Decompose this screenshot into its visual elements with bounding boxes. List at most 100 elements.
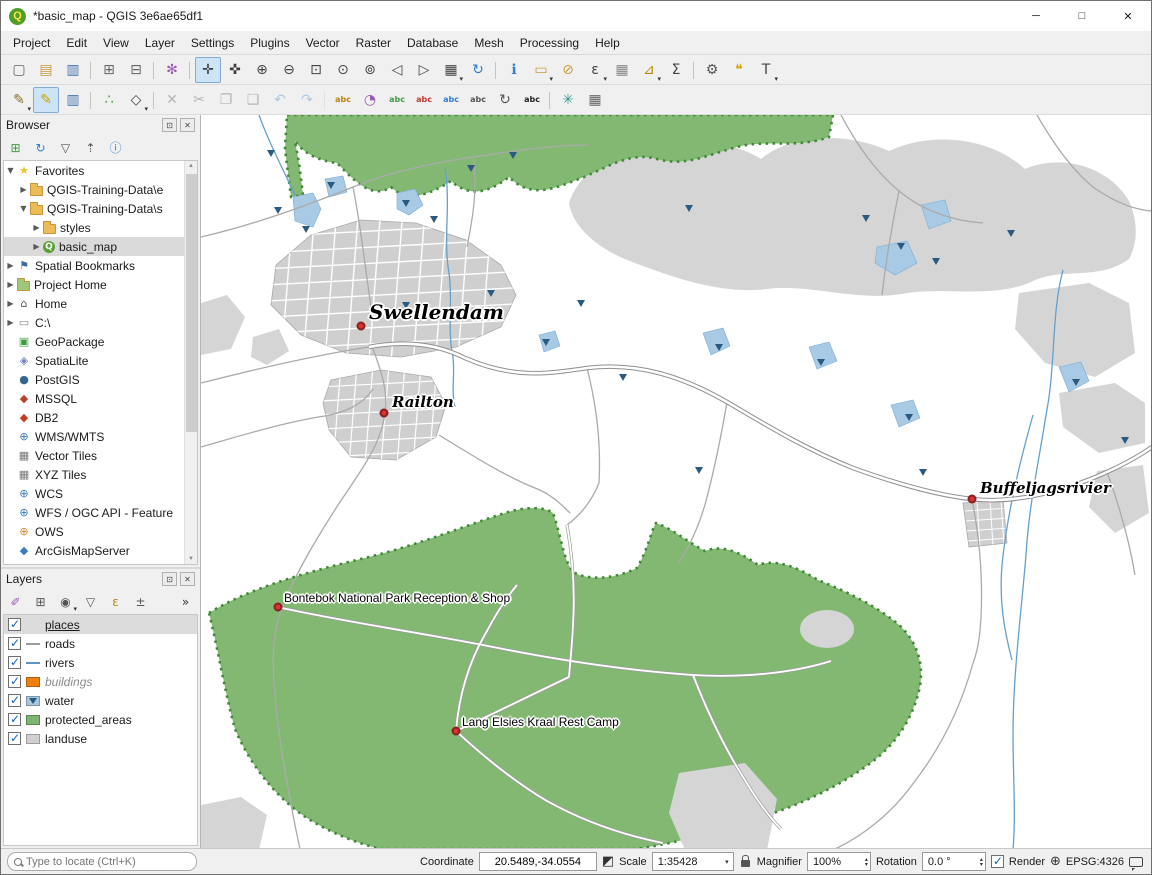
grid-button[interactable]: ▦ [582, 87, 608, 113]
menu-vector[interactable]: Vector [298, 33, 348, 53]
menu-raster[interactable]: Raster [348, 33, 399, 53]
layers-overflow-button[interactable]: » [174, 591, 197, 612]
expander-icon[interactable] [30, 223, 43, 232]
measure-button[interactable]: ⊿ [636, 57, 662, 83]
close-button[interactable]: ✕ [1105, 1, 1151, 31]
layer-row-rivers[interactable]: rivers [4, 653, 197, 672]
expander-icon[interactable] [4, 261, 17, 270]
expander-icon[interactable] [30, 242, 43, 251]
browser-item-project-home[interactable]: Project Home [4, 275, 197, 294]
copy-features-button[interactable]: ❐ [213, 87, 239, 113]
select-features-button[interactable]: ▭ [528, 57, 554, 83]
filter-browser-button[interactable]: ▽ [54, 137, 77, 158]
browser-item-training-data-s[interactable]: QGIS-Training-Data\s [4, 199, 197, 218]
add-group-button[interactable]: ⊞ [29, 591, 52, 612]
layer-labeling-options-button[interactable]: abc [330, 87, 356, 113]
layer-visibility-checkbox[interactable] [8, 675, 21, 688]
layers-close-button[interactable]: ✕ [180, 572, 195, 586]
zoom-out-button[interactable]: ⊖ [276, 57, 302, 83]
filter-legend-button[interactable]: ▽ [79, 591, 102, 612]
browser-item-vector-tiles[interactable]: ▦ Vector Tiles [4, 446, 197, 465]
style-manager-button[interactable]: ✻ [159, 57, 185, 83]
browser-item-wfs[interactable]: ⊕ WFS / OGC API - Feature [4, 503, 197, 522]
refresh-browser-button[interactable]: ↻ [29, 137, 52, 158]
locate-input[interactable] [26, 856, 192, 868]
undo-button[interactable]: ↶ [267, 87, 293, 113]
browser-item-wms-wmts[interactable]: ⊕ WMS/WMTS [4, 427, 197, 446]
browser-scrollbar-thumb[interactable] [186, 174, 197, 432]
browser-close-button[interactable]: ✕ [180, 118, 195, 132]
open-layer-styling-button[interactable]: ✐ [4, 591, 27, 612]
deselect-features-button[interactable]: ⊘ [555, 57, 581, 83]
highlight-pinned-labels-button[interactable]: abc [384, 87, 410, 113]
processing-toolbox-button[interactable]: ⚙ [699, 57, 725, 83]
magnifier-spinbox[interactable]: 100% [807, 852, 871, 871]
layer-diagram-options-button[interactable]: ◔ [357, 87, 383, 113]
zoom-to-selection-button[interactable]: ⊙ [330, 57, 356, 83]
spin-down-icon[interactable] [980, 862, 983, 867]
zoom-full-button[interactable]: ⊡ [303, 57, 329, 83]
lock-icon[interactable] [741, 860, 750, 867]
render-checkbox[interactable] [991, 855, 1004, 868]
browser-item-geopackage[interactable]: ▣ GeoPackage [4, 332, 197, 351]
maximize-button[interactable]: □ [1059, 1, 1105, 31]
zoom-next-button[interactable]: ▷ [411, 57, 437, 83]
menu-help[interactable]: Help [587, 33, 628, 53]
layer-row-buildings[interactable]: buildings [4, 672, 197, 691]
browser-item-arcgis-map-server[interactable]: ◆ ArcGisMapServer [4, 541, 197, 560]
new-map-view-button[interactable]: ▦ [438, 57, 464, 83]
open-attribute-table-button[interactable]: ▦ [609, 57, 635, 83]
browser-item-ows[interactable]: ⊕ OWS [4, 522, 197, 541]
new-print-layout-button[interactable]: ⊞ [96, 57, 122, 83]
layer-visibility-checkbox[interactable] [8, 732, 21, 745]
browser-scrollbar[interactable] [184, 161, 197, 564]
menu-layer[interactable]: Layer [137, 33, 183, 53]
plugins-button[interactable]: ✳ [555, 87, 581, 113]
browser-item-c-drive[interactable]: ▭ C:\ [4, 313, 197, 332]
pan-to-selection-button[interactable]: ✜ [222, 57, 248, 83]
redo-button[interactable]: ↷ [294, 87, 320, 113]
expander-icon[interactable] [4, 299, 17, 308]
layer-visibility-checkbox[interactable] [8, 618, 21, 631]
select-by-value-button[interactable]: ε [582, 57, 608, 83]
spin-arrows[interactable] [865, 857, 868, 867]
expander-icon[interactable] [4, 318, 17, 327]
browser-item-home[interactable]: ⌂ Home [4, 294, 197, 313]
rotate-label-button[interactable]: ↻ [492, 87, 518, 113]
expander-icon[interactable] [4, 166, 17, 175]
map-tips-button[interactable]: ❝ [726, 57, 752, 83]
layer-visibility-checkbox[interactable] [8, 656, 21, 669]
collapse-all-button[interactable]: ⇡ [79, 137, 102, 158]
title-bar[interactable]: Q *basic_map - QGIS 3e6ae65df1 ─ □ ✕ [1, 1, 1151, 31]
add-point-feature-button[interactable]: ∴ [96, 87, 122, 113]
menu-project[interactable]: Project [5, 33, 58, 53]
show-hide-labels-button[interactable]: abc [438, 87, 464, 113]
show-layout-manager-button[interactable]: ⊟ [123, 57, 149, 83]
expand-all-button[interactable]: ± [129, 591, 152, 612]
menu-mesh[interactable]: Mesh [466, 33, 511, 53]
browser-item-db2[interactable]: ◆ DB2 [4, 408, 197, 427]
spin-arrows[interactable] [980, 857, 983, 867]
zoom-to-layer-button[interactable]: ⊚ [357, 57, 383, 83]
save-project-button[interactable]: ▥ [60, 57, 86, 83]
manage-map-themes-button[interactable]: ◉ [54, 591, 77, 612]
toggle-editing-button[interactable]: ✎ [33, 87, 59, 113]
expander-icon[interactable] [17, 185, 30, 194]
zoom-in-button[interactable]: ⊕ [249, 57, 275, 83]
browser-item-favorites[interactable]: ★ Favorites [4, 161, 197, 180]
layer-visibility-checkbox[interactable] [8, 713, 21, 726]
chevron-down-icon[interactable]: ▾ [723, 858, 731, 866]
messages-icon[interactable] [1129, 857, 1143, 867]
expander-icon[interactable] [4, 280, 17, 289]
browser-item-postgis[interactable]: ● PostGIS [4, 370, 197, 389]
browser-item-wcs[interactable]: ⊕ WCS [4, 484, 197, 503]
cut-features-button[interactable]: ✂ [186, 87, 212, 113]
menu-plugins[interactable]: Plugins [242, 33, 297, 53]
layer-row-roads[interactable]: roads [4, 634, 197, 653]
browser-item-spatialite[interactable]: ◈ SpatiaLite [4, 351, 197, 370]
browser-item-spatial-bookmarks[interactable]: ⚑ Spatial Bookmarks [4, 256, 197, 275]
crs-status[interactable]: EPSG:4326 [1066, 856, 1124, 868]
minimize-button[interactable]: ─ [1013, 1, 1059, 31]
menu-settings[interactable]: Settings [183, 33, 242, 53]
zoom-last-button[interactable]: ◁ [384, 57, 410, 83]
